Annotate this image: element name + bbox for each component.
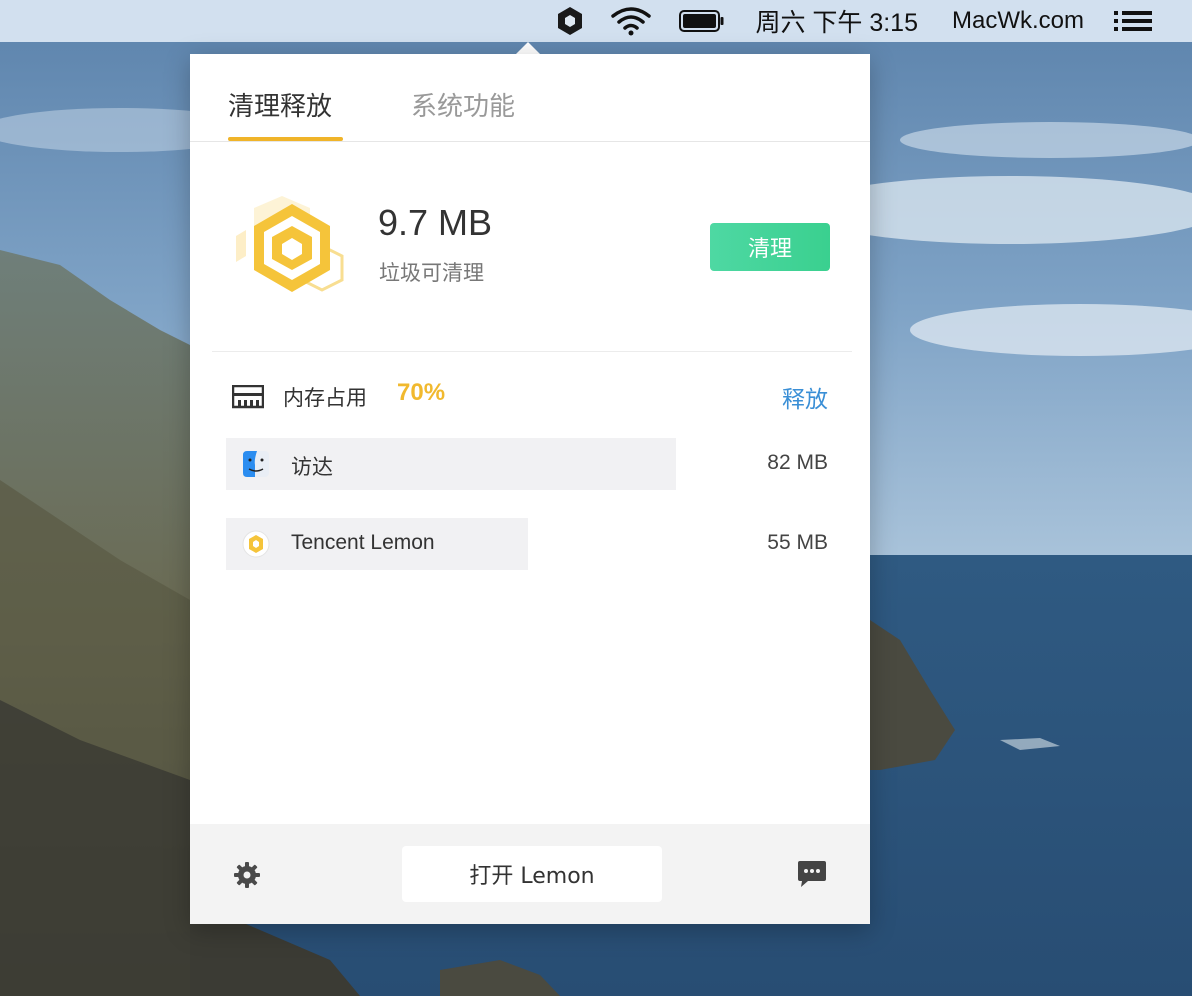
process-row-tencent-lemon: Tencent Lemon 55 MB xyxy=(226,518,830,570)
process-memory-size: 82 MB xyxy=(767,451,828,474)
clean-button[interactable]: 清理 xyxy=(710,223,830,271)
finder-icon xyxy=(242,450,270,478)
menubar-clock[interactable]: 周六 下午 3:15 xyxy=(755,3,918,39)
open-lemon-button[interactable]: 打开 Lemon xyxy=(402,846,662,902)
tab-clean-release[interactable]: 清理释放 xyxy=(228,86,332,123)
memory-usage-row: 内存占用 70% 释放 xyxy=(190,372,870,422)
lemon-popover: 清理释放 系统功能 9.7 MB 垃圾可清理 清理 内存占用 70% 释放 访达… xyxy=(190,54,870,924)
process-name: Tencent Lemon xyxy=(291,531,435,554)
battery-icon[interactable] xyxy=(679,10,725,32)
popover-arrow xyxy=(516,42,540,54)
list-icon[interactable] xyxy=(1114,10,1152,32)
process-row-finder: 访达 82 MB xyxy=(226,438,830,490)
lemon-hexagon-logo-icon xyxy=(232,196,352,310)
section-divider xyxy=(212,351,852,352)
junk-size-caption: 垃圾可清理 xyxy=(379,261,484,285)
junk-section: 9.7 MB 垃圾可清理 清理 xyxy=(190,142,870,352)
popover-footer: 打开 Lemon xyxy=(190,824,870,924)
memory-usage-label: 内存占用 xyxy=(283,386,367,410)
menu-bar: 周六 下午 3:15 MacWk.com xyxy=(0,0,1192,42)
release-memory-button[interactable]: 释放 xyxy=(782,380,828,414)
wifi-icon[interactable] xyxy=(611,6,652,36)
lemon-icon[interactable] xyxy=(557,6,583,36)
active-tab-indicator xyxy=(228,137,343,141)
tab-bar: 清理释放 系统功能 xyxy=(190,54,870,142)
junk-size-value: 9.7 MB xyxy=(378,202,493,243)
process-memory-size: 55 MB xyxy=(767,531,828,554)
memory-usage-percent: 70% xyxy=(397,379,446,406)
memory-chip-icon xyxy=(231,384,265,413)
chat-icon[interactable] xyxy=(796,860,828,890)
lemon-app-icon xyxy=(242,530,270,558)
process-name: 访达 xyxy=(291,455,333,479)
gear-icon[interactable] xyxy=(232,860,262,890)
menubar-site-label: MacWk.com xyxy=(952,7,1084,34)
tab-system-functions[interactable]: 系统功能 xyxy=(411,86,515,123)
